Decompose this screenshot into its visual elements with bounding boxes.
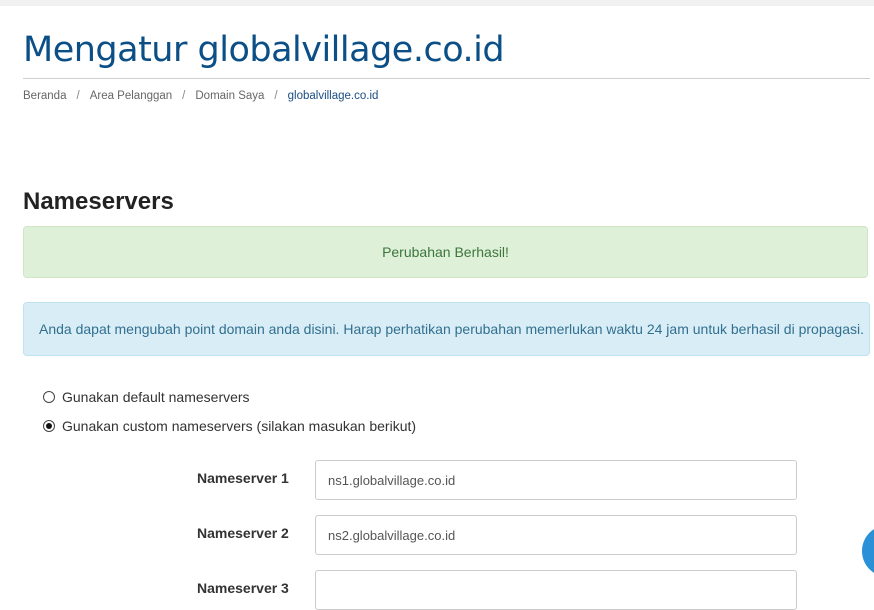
nameserver-3-label: Nameserver 3 (197, 580, 289, 596)
radio-button-default[interactable] (43, 391, 55, 403)
nameserver-2-label: Nameserver 2 (197, 525, 289, 541)
breadcrumb-link-domain-saya[interactable]: Domain Saya (195, 90, 264, 102)
success-alert: Perubahan Berhasil! (23, 226, 868, 278)
top-bar (0, 0, 874, 6)
nameserver-2-input[interactable] (315, 515, 797, 555)
breadcrumb-link-area-pelanggan[interactable]: Area Pelanggan (90, 90, 172, 102)
radio-default-nameservers[interactable]: Gunakan default nameservers (43, 389, 250, 405)
floating-action-button[interactable] (862, 525, 874, 577)
radio-default-label: Gunakan default nameservers (62, 389, 250, 405)
radio-button-custom[interactable] (43, 420, 55, 432)
breadcrumb-separator: / (274, 90, 278, 102)
breadcrumb-separator: / (182, 90, 186, 102)
nameserver-1-label: Nameserver 1 (197, 470, 289, 486)
nameserver-3-input[interactable] (315, 570, 797, 610)
breadcrumb-current: globalvillage.co.id (287, 90, 379, 102)
nameserver-1-input[interactable] (315, 460, 797, 500)
breadcrumb-separator: / (76, 90, 80, 102)
radio-custom-nameservers[interactable]: Gunakan custom nameservers (silakan masu… (43, 418, 416, 434)
breadcrumb-link-beranda[interactable]: Beranda (23, 90, 66, 102)
breadcrumb: Beranda / Area Pelanggan / Domain Saya / globa… (23, 90, 378, 102)
page-title: Mengatur globalvillage.co.id (23, 30, 505, 70)
title-divider (23, 78, 870, 79)
section-title: Nameservers (23, 188, 174, 215)
info-alert: Anda dapat mengubah point domain anda di… (23, 302, 870, 356)
radio-custom-label: Gunakan custom nameservers (silakan masu… (62, 418, 417, 434)
